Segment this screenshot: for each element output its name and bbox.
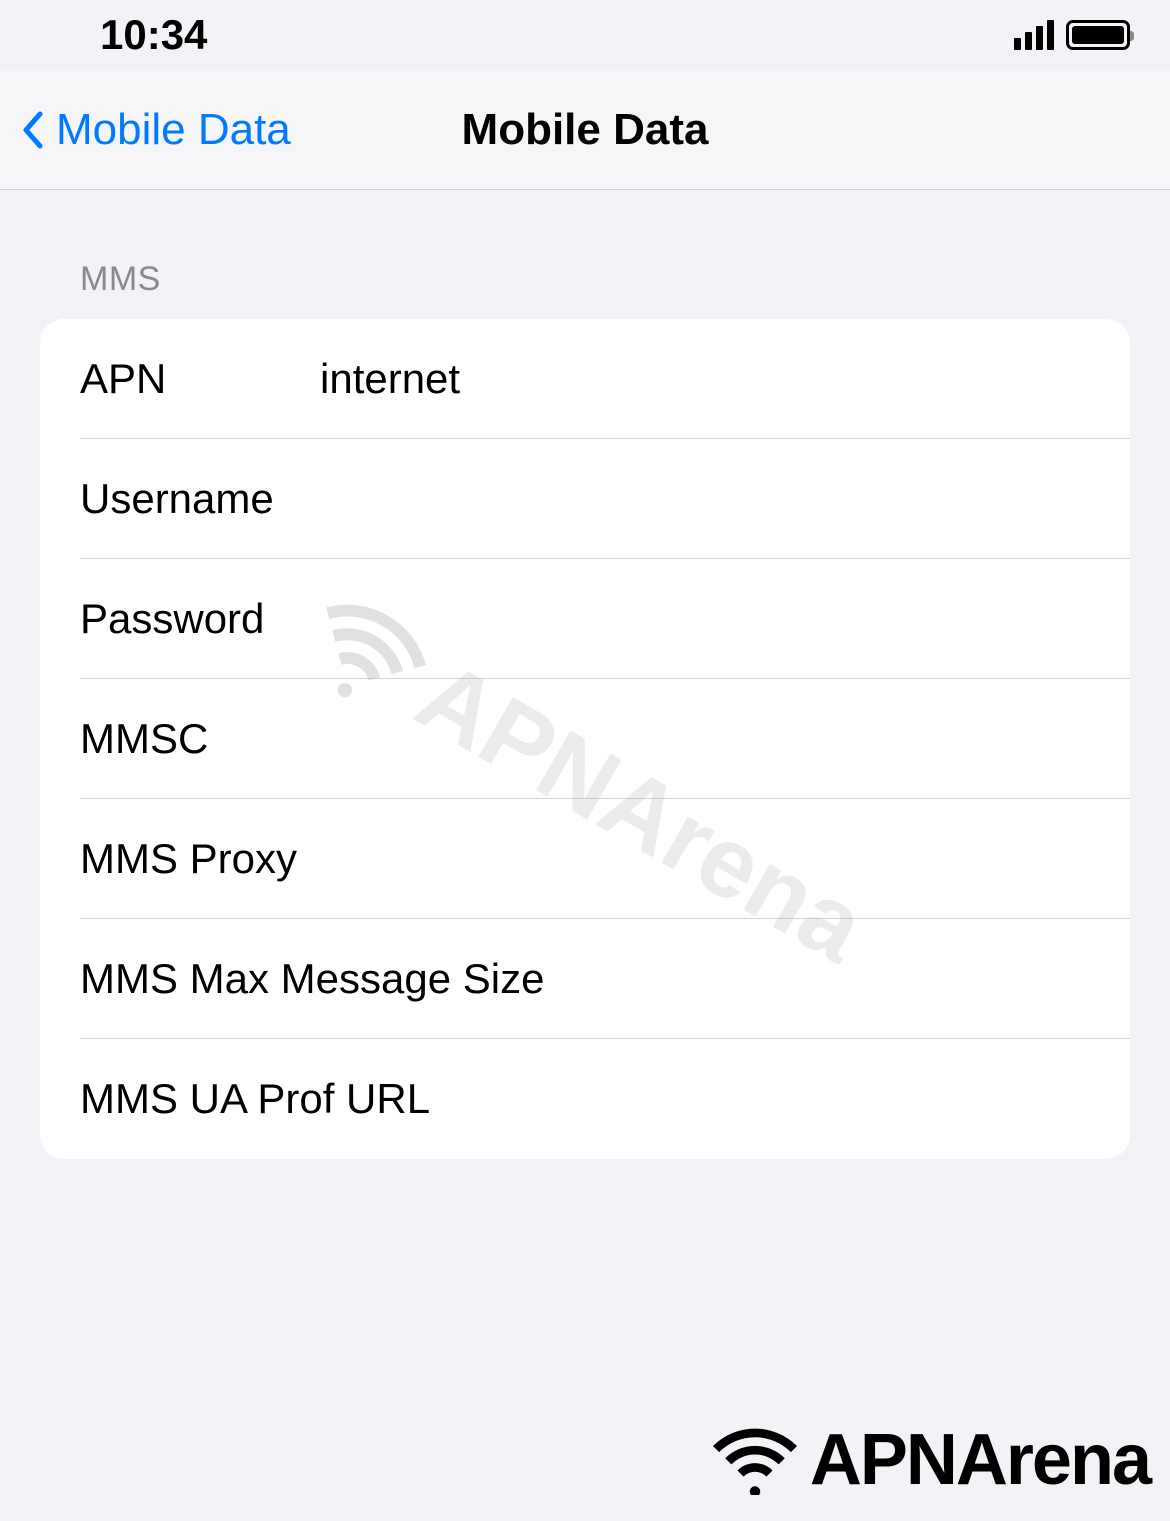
status-indicators [1014,20,1130,50]
username-label: Username [80,475,320,523]
brand-footer: APNArena [710,1419,1150,1501]
mms-ua-prof-row[interactable]: MMS UA Prof URL [40,1039,1130,1159]
apn-row[interactable]: APN [40,319,1130,439]
chevron-left-icon [20,110,44,150]
mms-proxy-label: MMS Proxy [80,835,549,883]
status-time: 10:34 [100,11,207,59]
navigation-bar: Mobile Data Mobile Data [0,70,1170,190]
mms-proxy-row[interactable]: MMS Proxy [40,799,1130,919]
mmsc-label: MMSC [80,715,320,763]
password-input[interactable] [320,595,1090,643]
mmsc-row[interactable]: MMSC [40,679,1130,799]
cellular-signal-icon [1014,20,1054,50]
password-label: Password [80,595,320,643]
section-header-mms: MMS [40,260,1130,319]
username-row[interactable]: Username [40,439,1130,559]
mms-ua-prof-label: MMS UA Prof URL [80,1075,1090,1123]
mms-max-size-row[interactable]: MMS Max Message Size [40,919,1130,1039]
apn-input[interactable] [320,355,1090,403]
mms-proxy-input[interactable] [549,835,1090,883]
password-row[interactable]: Password [40,559,1130,679]
mmsc-input[interactable] [320,715,1090,763]
battery-icon [1066,20,1130,50]
username-input[interactable] [320,475,1090,523]
status-bar: 10:34 [0,0,1170,70]
brand-text: APNArena [810,1419,1150,1501]
content-area: MMS APN Username Password MMSC MMS Proxy… [0,190,1170,1159]
apn-label: APN [80,355,320,403]
back-label: Mobile Data [56,105,291,155]
back-button[interactable]: Mobile Data [0,105,291,155]
settings-group: APN Username Password MMSC MMS Proxy MMS… [40,319,1130,1159]
page-title: Mobile Data [462,105,709,155]
mms-max-size-label: MMS Max Message Size [80,955,1090,1003]
wifi-logo-icon [710,1425,800,1495]
